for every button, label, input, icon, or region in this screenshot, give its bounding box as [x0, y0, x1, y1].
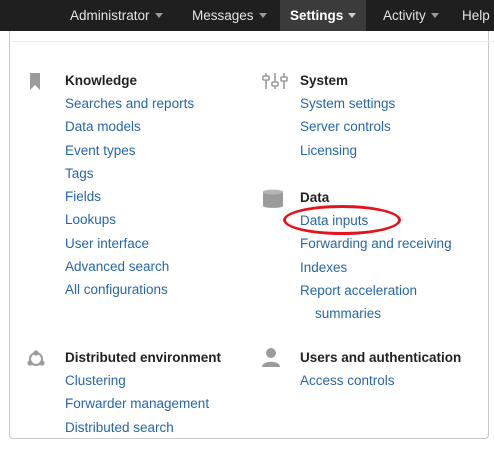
link-forwarder-management[interactable]: Forwarder management: [65, 392, 221, 415]
system-section: System System settings Server controls L…: [300, 70, 395, 162]
link-indexes[interactable]: Indexes: [300, 256, 452, 279]
data-section: Data Data inputs Forwarding and receivin…: [300, 187, 452, 325]
user-icon: [261, 347, 281, 372]
link-all-configurations[interactable]: All configurations: [65, 278, 194, 301]
link-system-settings[interactable]: System settings: [300, 92, 395, 115]
sliders-icon: [262, 72, 288, 95]
link-forwarding-and-receiving[interactable]: Forwarding and receiving: [300, 232, 452, 255]
nav-settings-label: Settings: [290, 8, 344, 23]
nav-administrator-label: Administrator: [70, 8, 150, 23]
network-icon: [26, 350, 46, 373]
top-nav-bar: Administrator Messages Settings Activity…: [0, 0, 494, 31]
link-distributed-search[interactable]: Distributed search: [65, 416, 221, 439]
chevron-down-icon: [348, 13, 357, 18]
users-and-authentication-heading: Users and authentication: [300, 350, 462, 365]
link-user-interface[interactable]: User interface: [65, 232, 194, 255]
distributed-environment-section: Distributed environment Clustering Forwa…: [65, 347, 221, 439]
link-data-models[interactable]: Data models: [65, 115, 194, 138]
system-heading: System: [300, 73, 349, 88]
link-report-acceleration[interactable]: Report acceleration: [300, 279, 452, 302]
link-access-controls[interactable]: Access controls: [300, 369, 461, 392]
link-lookups[interactable]: Lookups: [65, 208, 194, 231]
chevron-down-icon: [430, 13, 439, 18]
link-advanced-search[interactable]: Advanced search: [65, 255, 194, 278]
users-and-authentication-section: Users and authentication Access controls: [300, 347, 461, 392]
bookmark-icon: [30, 73, 40, 95]
chevron-down-icon: [154, 13, 163, 18]
link-fields[interactable]: Fields: [65, 185, 194, 208]
nav-messages-label: Messages: [192, 8, 254, 23]
link-event-types[interactable]: Event types: [65, 139, 194, 162]
database-icon: [262, 189, 284, 214]
nav-help[interactable]: Help: [462, 0, 490, 31]
link-searches-and-reports[interactable]: Searches and reports: [65, 92, 194, 115]
link-licensing[interactable]: Licensing: [300, 139, 395, 162]
nav-settings[interactable]: Settings: [280, 0, 367, 31]
link-data-inputs[interactable]: Data inputs: [300, 209, 452, 232]
nav-help-label: Help: [462, 8, 490, 23]
link-server-controls[interactable]: Server controls: [300, 115, 395, 138]
knowledge-section: Knowledge Searches and reports Data mode…: [65, 70, 194, 302]
link-tags[interactable]: Tags: [65, 162, 194, 185]
left-margin: [0, 31, 9, 468]
chevron-down-icon: [258, 13, 267, 18]
nav-activity[interactable]: Activity: [383, 0, 439, 31]
panel-divider: [12, 41, 494, 42]
knowledge-heading: Knowledge: [65, 73, 138, 88]
link-report-acceleration-summaries[interactable]: summaries: [300, 302, 452, 325]
data-heading: Data: [300, 190, 330, 205]
nav-activity-label: Activity: [383, 8, 426, 23]
nav-administrator[interactable]: Administrator: [70, 0, 163, 31]
distributed-environment-heading: Distributed environment: [65, 350, 222, 365]
link-clustering[interactable]: Clustering: [65, 369, 221, 392]
nav-messages[interactable]: Messages: [192, 0, 267, 31]
